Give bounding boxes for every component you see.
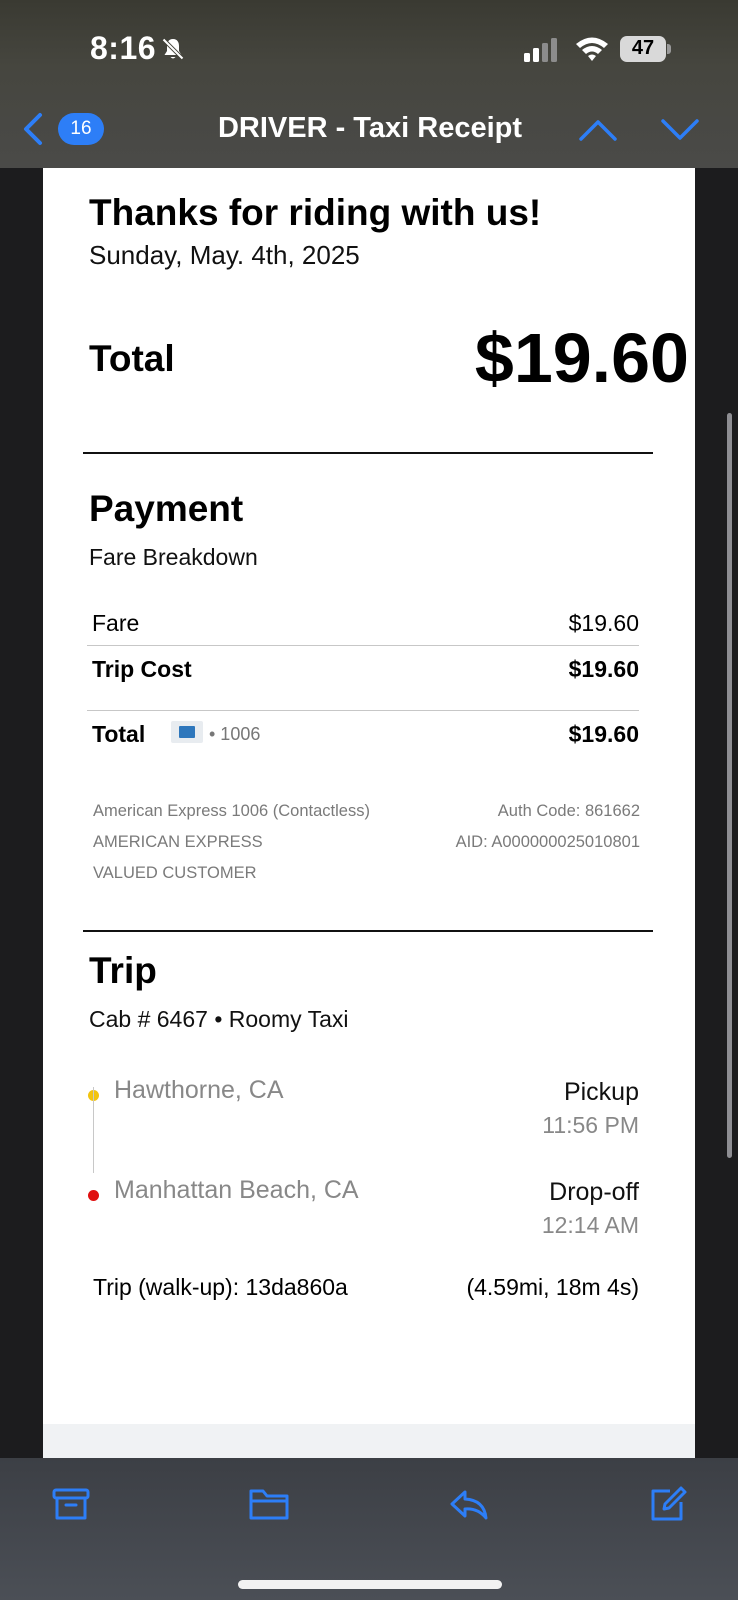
dropoff-time: 12:14 AM [541,1212,639,1238]
scrollbar[interactable] [727,413,732,1158]
bell-slash-icon [162,38,184,60]
divider [87,710,639,711]
trip-cost-label: Trip Cost [92,656,192,682]
chevron-up-icon[interactable] [578,118,618,142]
reply-icon[interactable] [448,1484,490,1524]
card-description: American Express 1006 (Contactless) [93,802,370,820]
total-amount: $19.60 [474,319,689,397]
aid-code: AID: A000000025010801 [455,833,640,851]
archive-icon[interactable] [50,1484,92,1524]
payment-total-value: $19.60 [568,721,639,747]
folder-icon[interactable] [248,1484,290,1524]
battery-level: 47 [631,37,655,59]
fare-value: $19.60 [568,610,639,636]
route-line [93,1087,94,1173]
divider [87,645,639,646]
divider [83,452,653,454]
battery-icon: 47 [620,36,671,62]
card-last-digits: • 1006 [209,724,261,744]
total-label: Total [89,338,175,379]
trip-stats: (4.59mi, 18m 4s) [466,1274,639,1300]
bottom-toolbar [0,1458,738,1600]
status-bar: 8:16 47 [0,0,738,100]
pickup-label: Pickup [563,1078,639,1106]
trip-heading: Trip [89,950,157,991]
trip-id: Trip (walk-up): 13da860a [93,1274,348,1300]
pickup-time: 11:56 PM [542,1112,639,1138]
message-subject-title: DRIVER - Taxi Receipt [217,112,523,144]
back-count-badge[interactable]: 16 [58,113,104,145]
status-time: 8:16 [90,30,157,66]
mail-nav-bar: 16 DRIVER - Taxi Receipt [0,100,738,168]
auth-code: Auth Code: 861662 [497,802,640,820]
cardholder-name: VALUED CUSTOMER [93,864,257,882]
card-brand: AMERICAN EXPRESS [93,833,263,851]
dropoff-label: Drop-off [549,1178,639,1206]
pickup-location: Hawthorne, CA [114,1076,284,1104]
amex-card-icon [171,721,203,743]
signal-bars-icon [524,38,557,62]
fare-label: Fare [92,610,140,636]
dropoff-dot-icon [88,1190,99,1201]
fare-breakdown-label: Fare Breakdown [89,544,258,570]
receipt-date: Sunday, May. 4th, 2025 [89,240,360,270]
dropoff-location: Manhattan Beach, CA [114,1176,359,1204]
email-body[interactable]: Thanks for riding with us! Sunday, May. … [0,168,738,1458]
cab-info: Cab # 6467 • Roomy Taxi [89,1006,349,1032]
chevron-left-icon[interactable] [20,112,46,146]
top-bar: 8:16 47 16 DRIVER - Taxi Receipt [0,0,738,168]
receipt-footer [43,1424,695,1458]
compose-icon[interactable] [648,1484,690,1524]
trip-cost-value: $19.60 [568,656,639,682]
receipt: Thanks for riding with us! Sunday, May. … [43,168,695,1458]
chevron-down-icon[interactable] [660,118,700,142]
payment-total-label: Total [92,721,146,747]
receipt-heading: Thanks for riding with us! [89,192,542,233]
wifi-icon [576,37,608,61]
payment-heading: Payment [89,488,244,529]
divider [83,930,653,932]
home-indicator[interactable] [238,1580,502,1589]
